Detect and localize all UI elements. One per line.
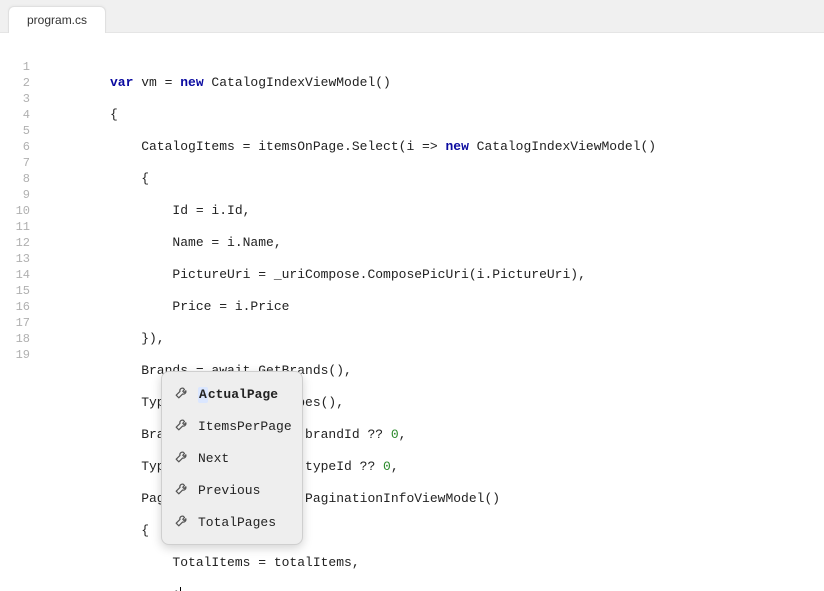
code-line: Price = i.Price [110, 299, 656, 315]
code-line: TotalItems = totalItems, [110, 555, 656, 571]
code-line: { [110, 171, 656, 187]
text-cursor [180, 587, 181, 591]
line-number: 19 [0, 347, 38, 363]
line-number: 18 [0, 331, 38, 347]
line-number: 6 [0, 139, 38, 155]
wrench-icon [174, 482, 190, 498]
code-line: A [110, 587, 656, 591]
line-number: 10 [0, 203, 38, 219]
wrench-icon [174, 450, 190, 466]
line-number: 14 [0, 267, 38, 283]
code-line: Id = i.Id, [110, 203, 656, 219]
completion-item-previous[interactable]: Previous [162, 474, 302, 506]
line-number: 4 [0, 107, 38, 123]
line-number: 1 [0, 59, 38, 75]
line-number: 15 [0, 283, 38, 299]
code-line: { [110, 107, 656, 123]
wrench-icon [174, 418, 190, 434]
code-line: CatalogItems = itemsOnPage.Select(i => n… [110, 139, 656, 155]
completion-item-next[interactable]: Next [162, 442, 302, 474]
line-number: 16 [0, 299, 38, 315]
tab-program-cs[interactable]: program.cs [8, 6, 106, 33]
wrench-icon [174, 514, 190, 530]
line-number: 13 [0, 251, 38, 267]
line-number: 5 [0, 123, 38, 139]
line-number: 7 [0, 155, 38, 171]
tab-label: program.cs [27, 13, 87, 27]
tab-bar: program.cs [0, 0, 824, 33]
code-editor[interactable]: 1 2 3 4 5 6 7 8 9 10 11 12 13 14 15 16 1… [0, 33, 824, 591]
line-number: 9 [0, 187, 38, 203]
completion-label: Previous [198, 483, 290, 498]
completion-label: Next [198, 451, 290, 466]
completion-item-totalpages[interactable]: TotalPages [162, 506, 302, 538]
code-area[interactable]: var vm = new CatalogIndexViewModel() { C… [38, 33, 656, 591]
completion-item-actualpage[interactable]: ActualPage [162, 378, 302, 410]
completion-label: TotalPages [198, 515, 290, 530]
code-line: var vm = new CatalogIndexViewModel() [110, 75, 656, 91]
line-number: 11 [0, 219, 38, 235]
code-line: PictureUri = _uriCompose.ComposePicUri(i… [110, 267, 656, 283]
code-line: }), [110, 331, 656, 347]
line-number: 3 [0, 91, 38, 107]
line-number: 8 [0, 171, 38, 187]
wrench-icon [174, 386, 190, 402]
completion-label: ActualPage [198, 387, 290, 402]
line-number: 12 [0, 235, 38, 251]
line-number: 17 [0, 315, 38, 331]
code-line: Name = i.Name, [110, 235, 656, 251]
completion-label: ItemsPerPage [198, 419, 292, 434]
intellisense-popup[interactable]: ActualPage ItemsPerPage Next [161, 371, 303, 545]
line-number: 2 [0, 75, 38, 91]
completion-item-itemsperpage[interactable]: ItemsPerPage [162, 410, 302, 442]
editor-window: program.cs 1 2 3 4 5 6 7 8 9 10 11 12 13… [0, 0, 824, 591]
line-number-gutter: 1 2 3 4 5 6 7 8 9 10 11 12 13 14 15 16 1… [0, 33, 38, 591]
